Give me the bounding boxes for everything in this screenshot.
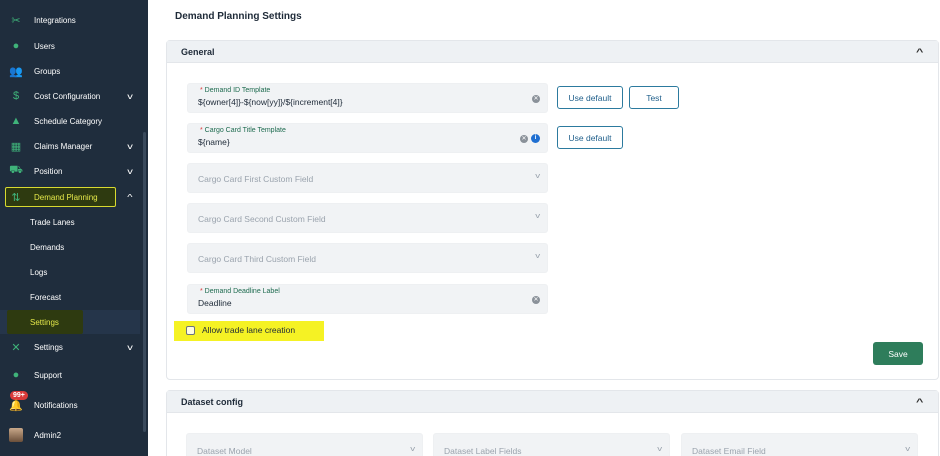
field-label: * Cargo Card Title Template [200,127,286,134]
sidebar-subitem-forecast[interactable]: Forecast [0,286,148,308]
general-card-header[interactable]: General ^ [167,41,938,63]
sidebar-subitem-label: Demands [30,242,65,252]
use-default-button[interactable]: Use default [557,126,623,149]
cart-icon: ⛟ [9,164,23,176]
test-button[interactable]: Test [629,86,679,109]
sidebar-item-claims-manager[interactable]: ▦ Claims Manager v [0,135,148,157]
cargo-card-title-template-field[interactable]: * Cargo Card Title Template ${name} ✕ i [187,123,548,153]
sidebar-item-position[interactable]: ⛟ Position v [0,160,148,182]
field-label: * Demand Deadline Label [200,288,280,295]
chevron-down-icon[interactable]: v [127,92,133,101]
sidebar-subitem-label: Trade Lanes [30,217,75,227]
dataset-config-header[interactable]: Dataset config ^ [167,391,938,413]
sidebar-subitem-trade-lanes[interactable]: Trade Lanes [0,211,148,233]
sidebar-item-users[interactable]: ● Users [0,35,148,57]
chevron-down-icon: v [409,446,415,453]
demand-icon: ⇅ [11,191,21,204]
shapes-icon: ▲ [10,115,22,127]
save-button[interactable]: Save [873,342,923,365]
field-placeholder: Cargo Card Second Custom Field [198,214,326,224]
sidebar-item-label: Claims Manager [34,141,93,151]
card-title: General [181,46,215,57]
chevron-down-icon: v [534,173,540,180]
integrations-icon: ✂ [11,14,21,27]
main-content: Demand Planning Settings General ^ * Dem… [148,0,940,456]
sidebar-subitem-settings[interactable]: Settings [0,311,148,333]
field-placeholder: Dataset Model [197,446,252,456]
field-value: ${name} [198,137,230,147]
chevron-down-icon: v [904,446,910,453]
chevron-down-icon[interactable]: v [127,142,133,151]
sidebar-subitem-label: Settings [30,317,59,327]
sidebar-item-label: Support [34,370,63,380]
page-title: Demand Planning Settings [175,11,302,22]
sidebar-item-label: Users [34,41,55,51]
cargo-card-second-custom-field-select[interactable]: Cargo Card Second Custom Field v [187,203,548,233]
chevron-down-icon[interactable]: v [127,343,133,352]
clear-icon[interactable]: ✕ [520,135,528,143]
chat-icon: ● [12,369,20,381]
sidebar-item-label: Admin2 [34,430,62,440]
sidebar-item-notifications[interactable]: 🔔 Notifications [0,394,148,416]
dollar-icon: $ [12,90,20,102]
sidebar-subitem-demands[interactable]: Demands [0,236,148,258]
sidebar-item-label: Schedule Category [34,116,103,126]
sidebar-subitem-label: Forecast [30,292,62,302]
sidebar-item-demand-planning[interactable]: ⇅ Demand Planning ^ [0,186,148,208]
sidebar-item-label: Settings [34,342,63,352]
sidebar-item-label: Notifications [34,400,78,410]
sidebar-subitem-label: Logs [30,267,48,277]
allow-trade-lane-label[interactable]: Allow trade lane creation [202,325,295,335]
dataset-label-fields-select[interactable]: Dataset Label Fields v [433,433,670,456]
cargo-card-first-custom-field-select[interactable]: Cargo Card First Custom Field v [187,163,548,193]
sidebar-item-schedule-category[interactable]: ▲ Schedule Category [0,110,148,132]
sidebar-item-cost-configuration[interactable]: $ Cost Configuration v [0,85,148,107]
cargo-card-third-custom-field-select[interactable]: Cargo Card Third Custom Field v [187,243,548,273]
dataset-email-field-select[interactable]: Dataset Email Field v [681,433,918,456]
dataset-model-select[interactable]: Dataset Model v [186,433,423,456]
clear-icon[interactable]: ✕ [532,95,540,103]
use-default-button[interactable]: Use default [557,86,623,109]
field-placeholder: Dataset Email Field [692,446,766,456]
field-value: Deadline [198,298,232,308]
chevron-down-icon: v [656,446,662,453]
user-icon: ● [12,40,20,52]
clear-icon[interactable]: ✕ [532,296,540,304]
sidebar-item-label: Cost Configuration [34,91,101,101]
field-placeholder: Cargo Card First Custom Field [198,174,314,184]
field-value: ${owner[4]}-${now[yy]}/${increment[4]} [198,97,343,107]
chevron-down-icon: v [534,213,540,220]
groups-icon: 👥 [9,65,23,78]
sidebar-item-integrations[interactable]: ✂ Integrations [0,9,148,31]
sidebar-item-user-profile[interactable]: Admin2 [0,424,148,446]
sidebar-item-support[interactable]: ● Support [0,364,148,386]
sidebar-subitem-logs[interactable]: Logs [0,261,148,283]
info-icon[interactable]: i [531,134,540,143]
chevron-down-icon[interactable]: v [127,167,133,176]
field-label: * Demand ID Template [200,87,271,94]
field-placeholder: Cargo Card Third Custom Field [198,254,316,264]
sidebar-item-label: Demand Planning [34,192,98,202]
chevron-up-icon[interactable]: ^ [127,193,132,202]
sidebar-item-label: Groups [34,66,61,76]
sidebar-item-label: Position [34,166,63,176]
demand-deadline-label-field[interactable]: * Demand Deadline Label Deadline ✕ [187,284,548,314]
tools-icon: ✕ [11,341,21,354]
field-placeholder: Dataset Label Fields [444,446,522,456]
sidebar-item-settings[interactable]: ✕ Settings v [0,336,148,358]
chevron-up-icon[interactable]: ^ [916,397,923,407]
demand-id-template-field[interactable]: * Demand ID Template ${owner[4]}-${now[y… [187,83,548,113]
bell-icon: 🔔 [9,399,23,412]
sidebar-item-groups[interactable]: 👥 Groups [0,60,148,82]
card-title: Dataset config [181,396,244,407]
chevron-down-icon: v [534,253,540,260]
chevron-up-icon[interactable]: ^ [916,47,923,57]
allow-trade-lane-checkbox[interactable] [186,326,195,335]
sidebar-item-label: Integrations [34,15,76,25]
sidebar: ✂ Integrations ● Users 👥 Groups $ Cost C… [0,0,148,456]
claims-icon: ▦ [10,140,22,153]
